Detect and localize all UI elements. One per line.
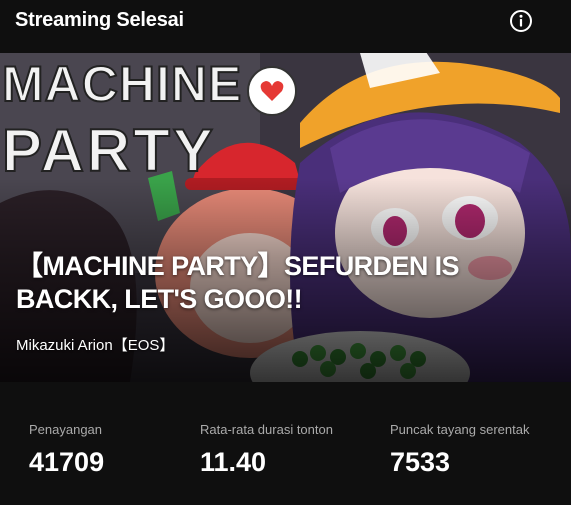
stat-avg-watch-duration: Rata-rata durasi tonton 11.40	[200, 422, 333, 478]
stat-avg-watch-duration-label: Rata-rata durasi tonton	[200, 422, 333, 437]
stat-peak-concurrent-label: Puncak tayang serentak	[390, 422, 530, 437]
header: Streaming Selesai	[0, 0, 571, 52]
video-title: 【MACHINE PARTY】SEFURDEN IS BACKK, LET'S …	[16, 251, 460, 314]
stat-views: Penayangan 41709	[29, 422, 104, 478]
stat-peak-concurrent: Puncak tayang serentak 7533	[390, 422, 529, 478]
video-thumbnail-banner[interactable]: MACHINE PARTY 【MACHINE PARTY】SEFURDEN IS…	[0, 53, 571, 382]
channel-name[interactable]: Mikazuki Arion【EOS】	[16, 334, 174, 355]
stat-views-label: Penayangan	[29, 422, 103, 437]
stream-ended-panel: Streaming Selesai 【MACHINE PARTY】SEFURDE…	[0, 0, 571, 505]
stat-peak-concurrent-value: 7533	[390, 447, 451, 477]
stat-avg-watch-duration-value: 11.40	[200, 447, 267, 477]
stat-views-value: 41709	[29, 447, 105, 477]
stream-stats: Penayangan 41709 Rata-rata durasi tonton…	[0, 382, 571, 505]
page-title: Streaming Selesai	[15, 9, 184, 31]
info-icon[interactable]	[509, 9, 533, 33]
banner-gradient-overlay	[0, 53, 571, 382]
